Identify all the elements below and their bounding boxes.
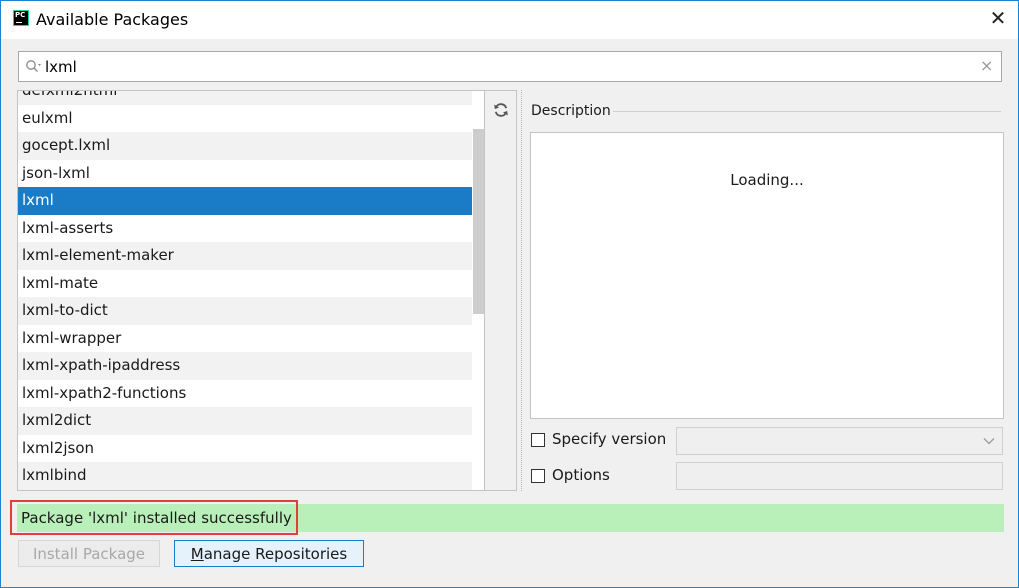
close-icon[interactable]: ✕: [989, 8, 1007, 28]
pycharm-icon: PC: [13, 10, 29, 26]
list-item[interactable]: lxml-xpath-ipaddress: [18, 352, 472, 380]
list-item[interactable]: eulxml: [18, 105, 472, 133]
splitter[interactable]: [521, 90, 530, 491]
package-list[interactable]: defxml2html eulxml gocept.lxml json-lxml…: [17, 90, 485, 491]
clear-search-icon[interactable]: ×: [980, 58, 993, 74]
options-checkbox[interactable]: [531, 469, 545, 483]
options-input[interactable]: [676, 462, 1003, 490]
description-panel: Loading...: [530, 132, 1004, 419]
search-icon[interactable]: [25, 59, 43, 73]
title-bar: PC Available Packages ✕: [1, 1, 1018, 39]
window-title: Available Packages: [36, 10, 189, 29]
manage-mnemonic: M: [190, 545, 204, 563]
specify-version-label[interactable]: Specify version: [552, 430, 666, 448]
list-item[interactable]: lxml-xpath2-functions: [18, 380, 472, 408]
list-item-selected[interactable]: lxml: [18, 187, 472, 215]
list-item[interactable]: lxmlbind: [18, 462, 472, 490]
manage-label: anage Repositories: [203, 545, 348, 563]
available-packages-dialog: PC Available Packages ✕ × defxml2html eu…: [0, 0, 1019, 588]
list-item[interactable]: defxml2html: [18, 91, 472, 105]
description-label: Description: [531, 103, 611, 119]
version-select[interactable]: [676, 427, 1003, 455]
options-label[interactable]: Options: [552, 466, 610, 484]
install-package-button[interactable]: Install Package: [18, 540, 160, 567]
list-item[interactable]: lxml2json: [18, 435, 472, 463]
search-input[interactable]: [45, 56, 945, 78]
list-item[interactable]: json-lxml: [18, 160, 472, 188]
app-icon-text: PC: [15, 11, 26, 19]
list-item[interactable]: lxml2dict: [18, 407, 472, 435]
refresh-icon[interactable]: [493, 102, 509, 118]
list-scrollbar-thumb[interactable]: [473, 129, 484, 314]
list-item[interactable]: lxml-asserts: [18, 215, 472, 243]
manage-repositories-button[interactable]: Manage Repositories: [174, 540, 364, 567]
chevron-down-icon: [983, 438, 995, 445]
refresh-column: [485, 90, 517, 491]
specify-version-checkbox[interactable]: [531, 433, 545, 447]
search-field[interactable]: ×: [18, 51, 1002, 82]
description-separator: [613, 111, 1001, 112]
list-item[interactable]: lxml-mate: [18, 270, 472, 298]
list-item[interactable]: lxml-to-dict: [18, 297, 472, 325]
loading-text: Loading...: [730, 171, 804, 189]
list-item[interactable]: lxml-element-maker: [18, 242, 472, 270]
highlight-annotation: [10, 500, 298, 535]
list-item[interactable]: lxml-wrapper: [18, 325, 472, 353]
list-item[interactable]: gocept.lxml: [18, 132, 472, 160]
